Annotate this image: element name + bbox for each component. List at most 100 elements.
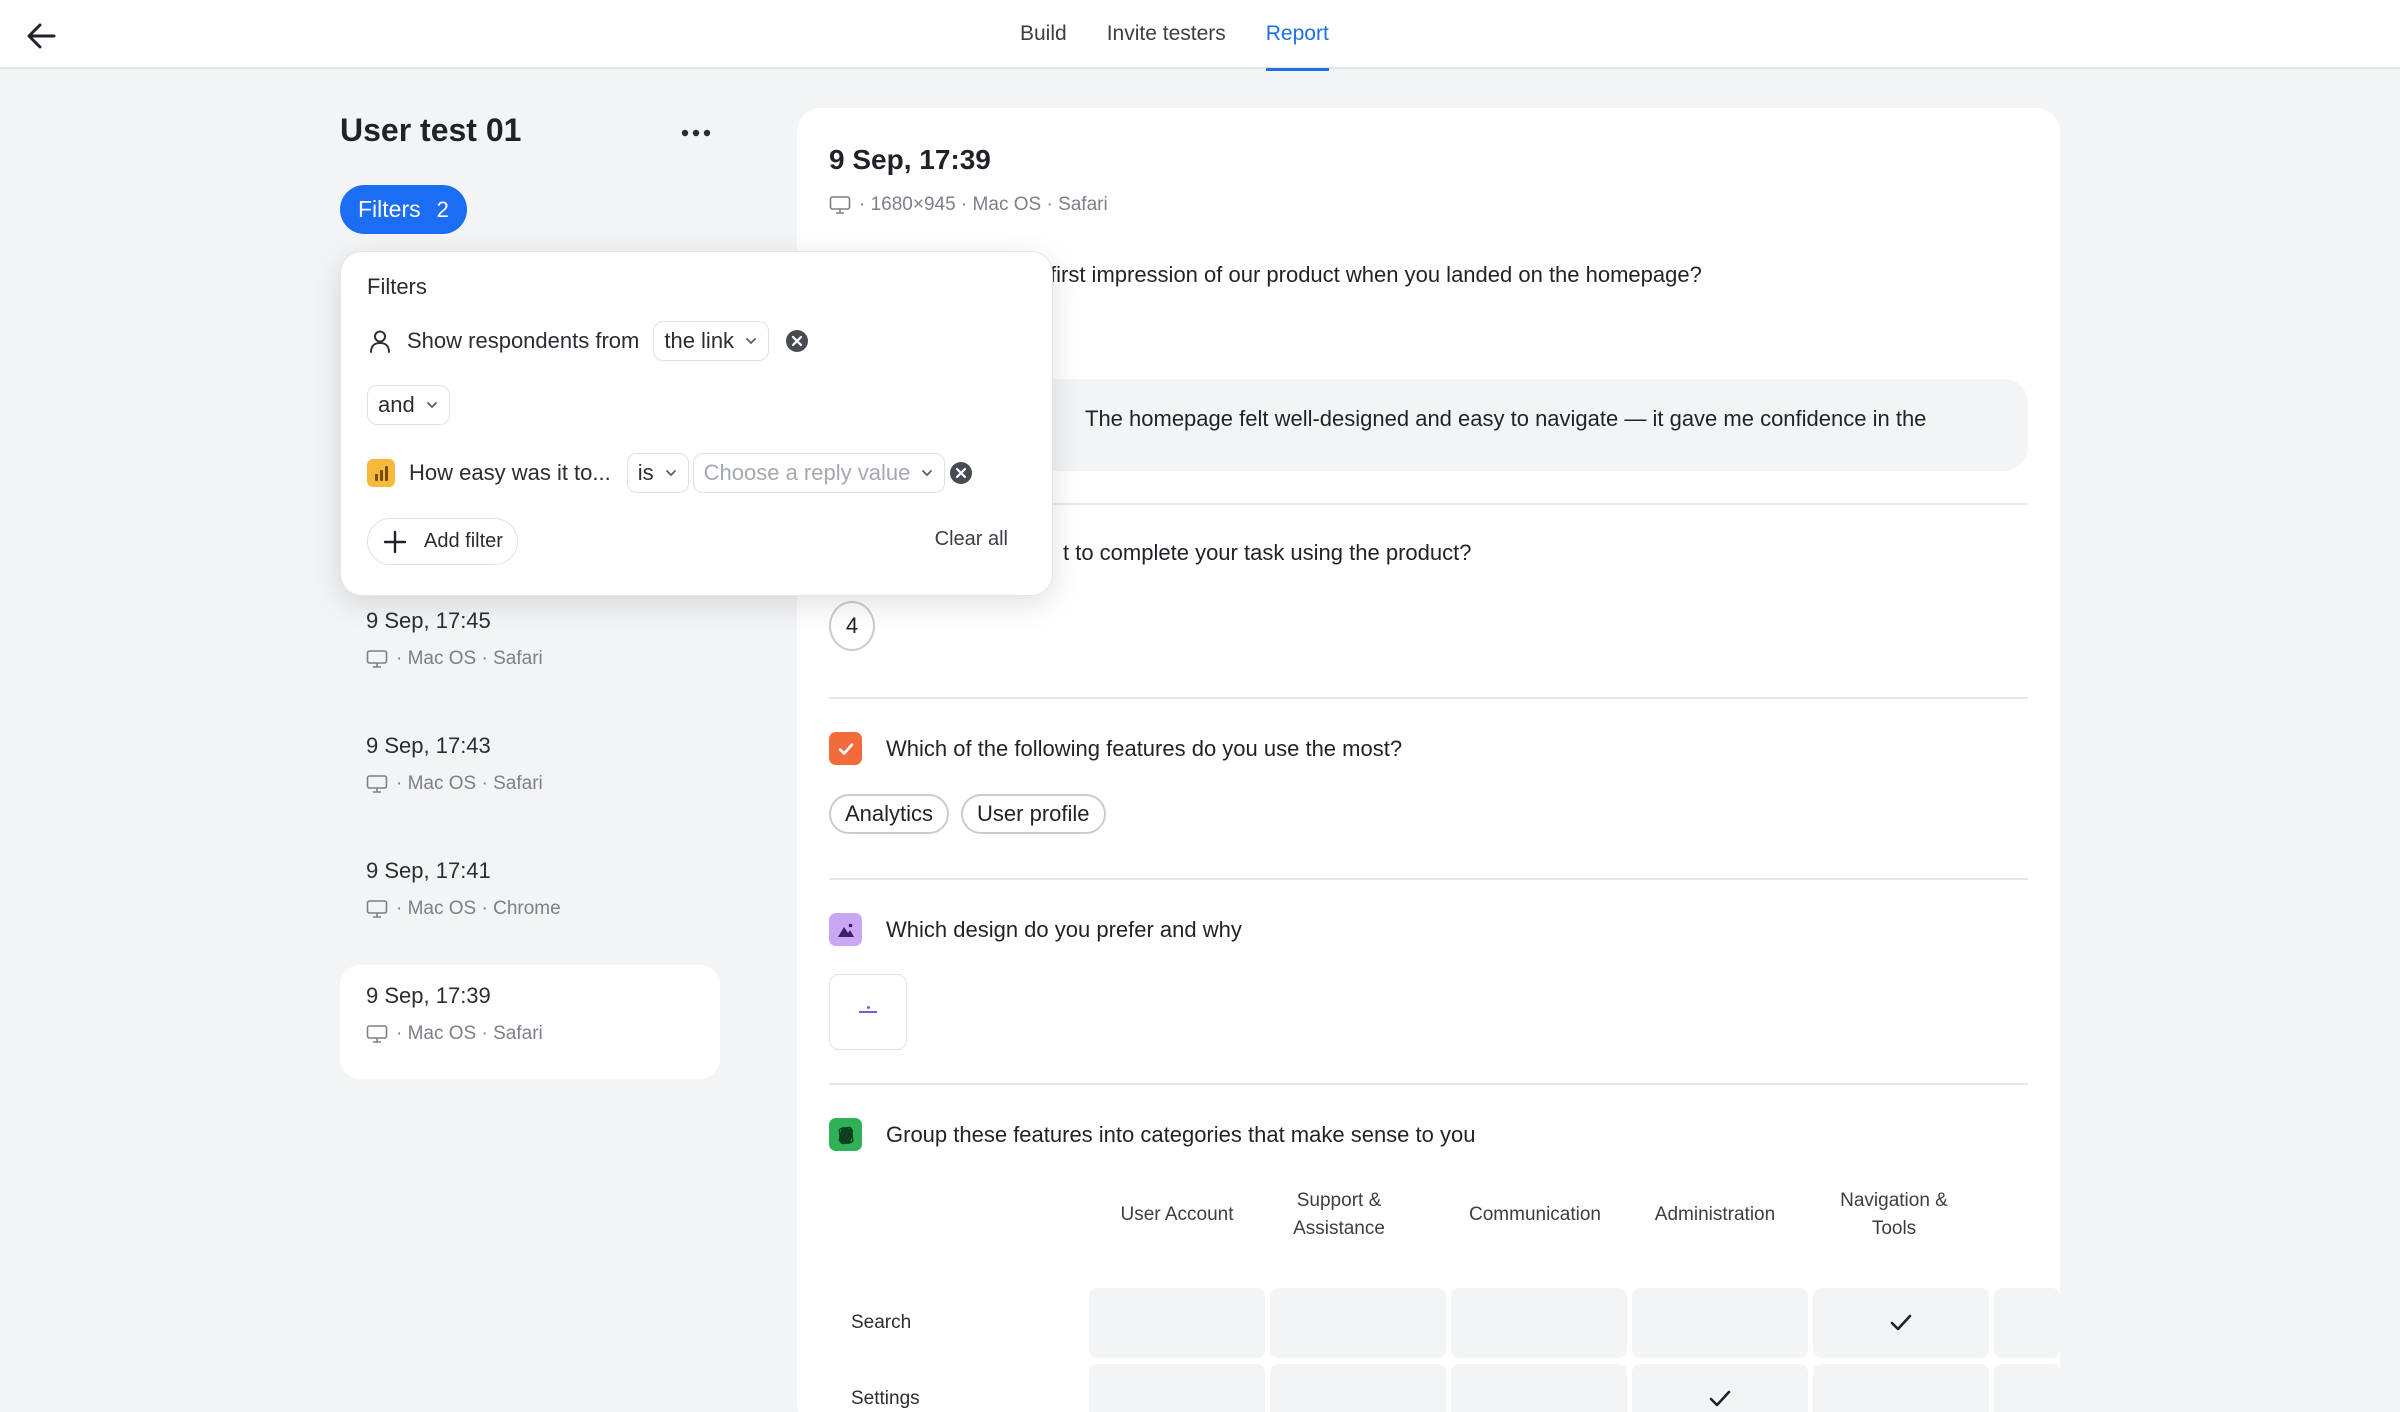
matrix-cell bbox=[1994, 1288, 2060, 1358]
response-meta: · 1680×945 · Mac OS · Safari bbox=[829, 194, 1108, 216]
plus-icon bbox=[383, 530, 407, 553]
rating-value: 4 bbox=[829, 601, 875, 651]
session-time: 9 Sep, 17:41 bbox=[366, 858, 491, 883]
chevron-down-icon bbox=[665, 470, 676, 476]
conjunction-dropdown[interactable]: and bbox=[367, 385, 450, 425]
session-item-selected[interactable]: 9 Sep, 17:39 · Mac OS · Safari bbox=[340, 965, 720, 1079]
matrix-cell bbox=[1451, 1288, 1627, 1358]
monitor-icon bbox=[366, 900, 388, 918]
choice-chip: Analytics bbox=[829, 794, 950, 834]
image-question-icon bbox=[829, 913, 862, 946]
card-sort-icon bbox=[829, 1118, 862, 1151]
matrix-cell bbox=[1632, 1288, 1808, 1358]
matrix-column-header: User Account bbox=[1120, 1204, 1234, 1225]
matrix-column-header: Communication bbox=[1469, 1204, 1601, 1225]
filter-row-question: How easy was it to... is Choose a reply … bbox=[367, 453, 973, 493]
checkbox-question-icon bbox=[829, 732, 862, 765]
tab-invite-testers[interactable]: Invite testers bbox=[1107, 0, 1226, 69]
reply-value-placeholder: Choose a reply value bbox=[703, 460, 911, 485]
conjunction-value: and bbox=[378, 392, 415, 417]
remove-filter-icon[interactable] bbox=[785, 329, 809, 353]
back-button[interactable] bbox=[22, 16, 62, 56]
filters-count-badge: 2 bbox=[436, 196, 449, 222]
filters-label: Filters bbox=[358, 196, 421, 222]
chevron-down-icon bbox=[922, 470, 933, 476]
reply-value-dropdown[interactable]: Choose a reply value bbox=[692, 453, 946, 493]
divider bbox=[829, 697, 2028, 699]
response-date: 9 Sep, 17:39 bbox=[829, 144, 991, 175]
question-text: Which of the following features do you u… bbox=[886, 735, 1403, 761]
filters-button[interactable]: Filters 2 bbox=[340, 185, 467, 234]
session-time: 9 Sep, 17:43 bbox=[366, 733, 491, 758]
divider bbox=[829, 878, 2028, 880]
matrix-cell-checked bbox=[1813, 1288, 1989, 1358]
filter-label: How easy was it to... bbox=[409, 460, 611, 485]
person-icon bbox=[370, 330, 390, 353]
session-meta: · Mac OS · Safari bbox=[366, 1023, 694, 1045]
top-bar: Build Invite testers Report bbox=[0, 0, 2400, 71]
monitor-icon bbox=[829, 196, 851, 214]
source-dropdown-value: the link bbox=[664, 328, 735, 353]
divider bbox=[829, 1083, 2028, 1085]
session-list: 9 Sep, 17:45 · Mac OS · Safari 9 Sep, 17… bbox=[340, 590, 720, 1090]
page-title: User test 01 bbox=[340, 112, 522, 148]
matrix-cell bbox=[1270, 1288, 1446, 1358]
question-text: t to complete your task using the produc… bbox=[1063, 540, 1472, 565]
question-row: Which design do you prefer and why bbox=[829, 913, 1242, 946]
clear-all-button[interactable]: Clear all bbox=[935, 528, 1008, 551]
tab-build[interactable]: Build bbox=[1020, 0, 1067, 69]
top-nav: Build Invite testers Report bbox=[1020, 0, 1369, 71]
chevron-down-icon bbox=[426, 402, 437, 408]
selected-choices: Analytics User profile bbox=[829, 794, 1106, 834]
add-filter-button[interactable]: Add filter bbox=[367, 518, 518, 565]
ellipsis-icon bbox=[681, 129, 711, 137]
conjunction-wrap: and bbox=[367, 385, 450, 425]
matrix-cell bbox=[1813, 1364, 1989, 1412]
monitor-icon bbox=[366, 650, 388, 668]
rating-scale-icon bbox=[367, 459, 395, 487]
session-meta: · Mac OS · Safari bbox=[366, 773, 694, 795]
monitor-icon bbox=[366, 775, 388, 793]
filters-popover: Filters Show respondents from the link a… bbox=[340, 251, 1053, 596]
response-meta-text: · 1680×945 · Mac OS · Safari bbox=[859, 194, 1108, 215]
matrix-cell bbox=[1270, 1364, 1446, 1412]
remove-filter-icon[interactable] bbox=[949, 461, 973, 485]
checkmark-icon bbox=[1709, 1390, 1731, 1407]
add-filter-label: Add filter bbox=[424, 530, 503, 552]
question-text: first impression of our product when you… bbox=[1050, 262, 1702, 287]
matrix-cell bbox=[1994, 1364, 2060, 1412]
session-meta-text: · Mac OS · Chrome bbox=[396, 898, 561, 919]
matrix-cell-checked bbox=[1632, 1364, 1808, 1412]
session-meta-text: · Mac OS · Safari bbox=[396, 648, 543, 669]
question-text: Group these features into categories tha… bbox=[886, 1121, 1476, 1147]
answer-text: The homepage felt well-designed and easy… bbox=[1085, 406, 1927, 431]
session-item[interactable]: 9 Sep, 17:45 · Mac OS · Safari bbox=[340, 590, 720, 704]
operator-dropdown[interactable]: is bbox=[626, 453, 689, 493]
session-meta: · Mac OS · Safari bbox=[366, 648, 694, 670]
monitor-icon bbox=[366, 1025, 388, 1043]
design-preview-thumbnail[interactable] bbox=[829, 974, 907, 1050]
checkmark-icon bbox=[1890, 1314, 1912, 1331]
matrix-cell bbox=[1451, 1364, 1627, 1412]
more-options-button[interactable] bbox=[676, 118, 716, 148]
choice-chip: User profile bbox=[961, 794, 1106, 834]
source-dropdown[interactable]: the link bbox=[653, 321, 770, 361]
matrix-column-header: Administration bbox=[1654, 1204, 1776, 1225]
filters-popover-title: Filters bbox=[367, 274, 427, 299]
filter-label: Show respondents from bbox=[407, 328, 640, 353]
question-row: Group these features into categories tha… bbox=[829, 1118, 1475, 1151]
session-item[interactable]: 9 Sep, 17:41 · Mac OS · Chrome bbox=[340, 840, 720, 954]
matrix-row-label: Settings bbox=[851, 1388, 920, 1409]
operator-value: is bbox=[637, 460, 654, 485]
question-row: Which of the following features do you u… bbox=[829, 732, 1402, 765]
matrix-column-header: Navigation & Tools bbox=[1840, 1190, 1948, 1239]
matrix-row-label: Search bbox=[851, 1312, 912, 1333]
matrix-cell bbox=[1089, 1288, 1265, 1358]
session-time: 9 Sep, 17:45 bbox=[366, 608, 491, 633]
session-meta-text: · Mac OS · Safari bbox=[396, 1023, 543, 1044]
tab-report[interactable]: Report bbox=[1265, 0, 1329, 71]
session-item[interactable]: 9 Sep, 17:43 · Mac OS · Safari bbox=[340, 715, 720, 829]
session-time: 9 Sep, 17:39 bbox=[366, 983, 491, 1008]
filter-row-source: Show respondents from the link bbox=[367, 321, 809, 361]
session-meta: · Mac OS · Chrome bbox=[366, 898, 694, 920]
